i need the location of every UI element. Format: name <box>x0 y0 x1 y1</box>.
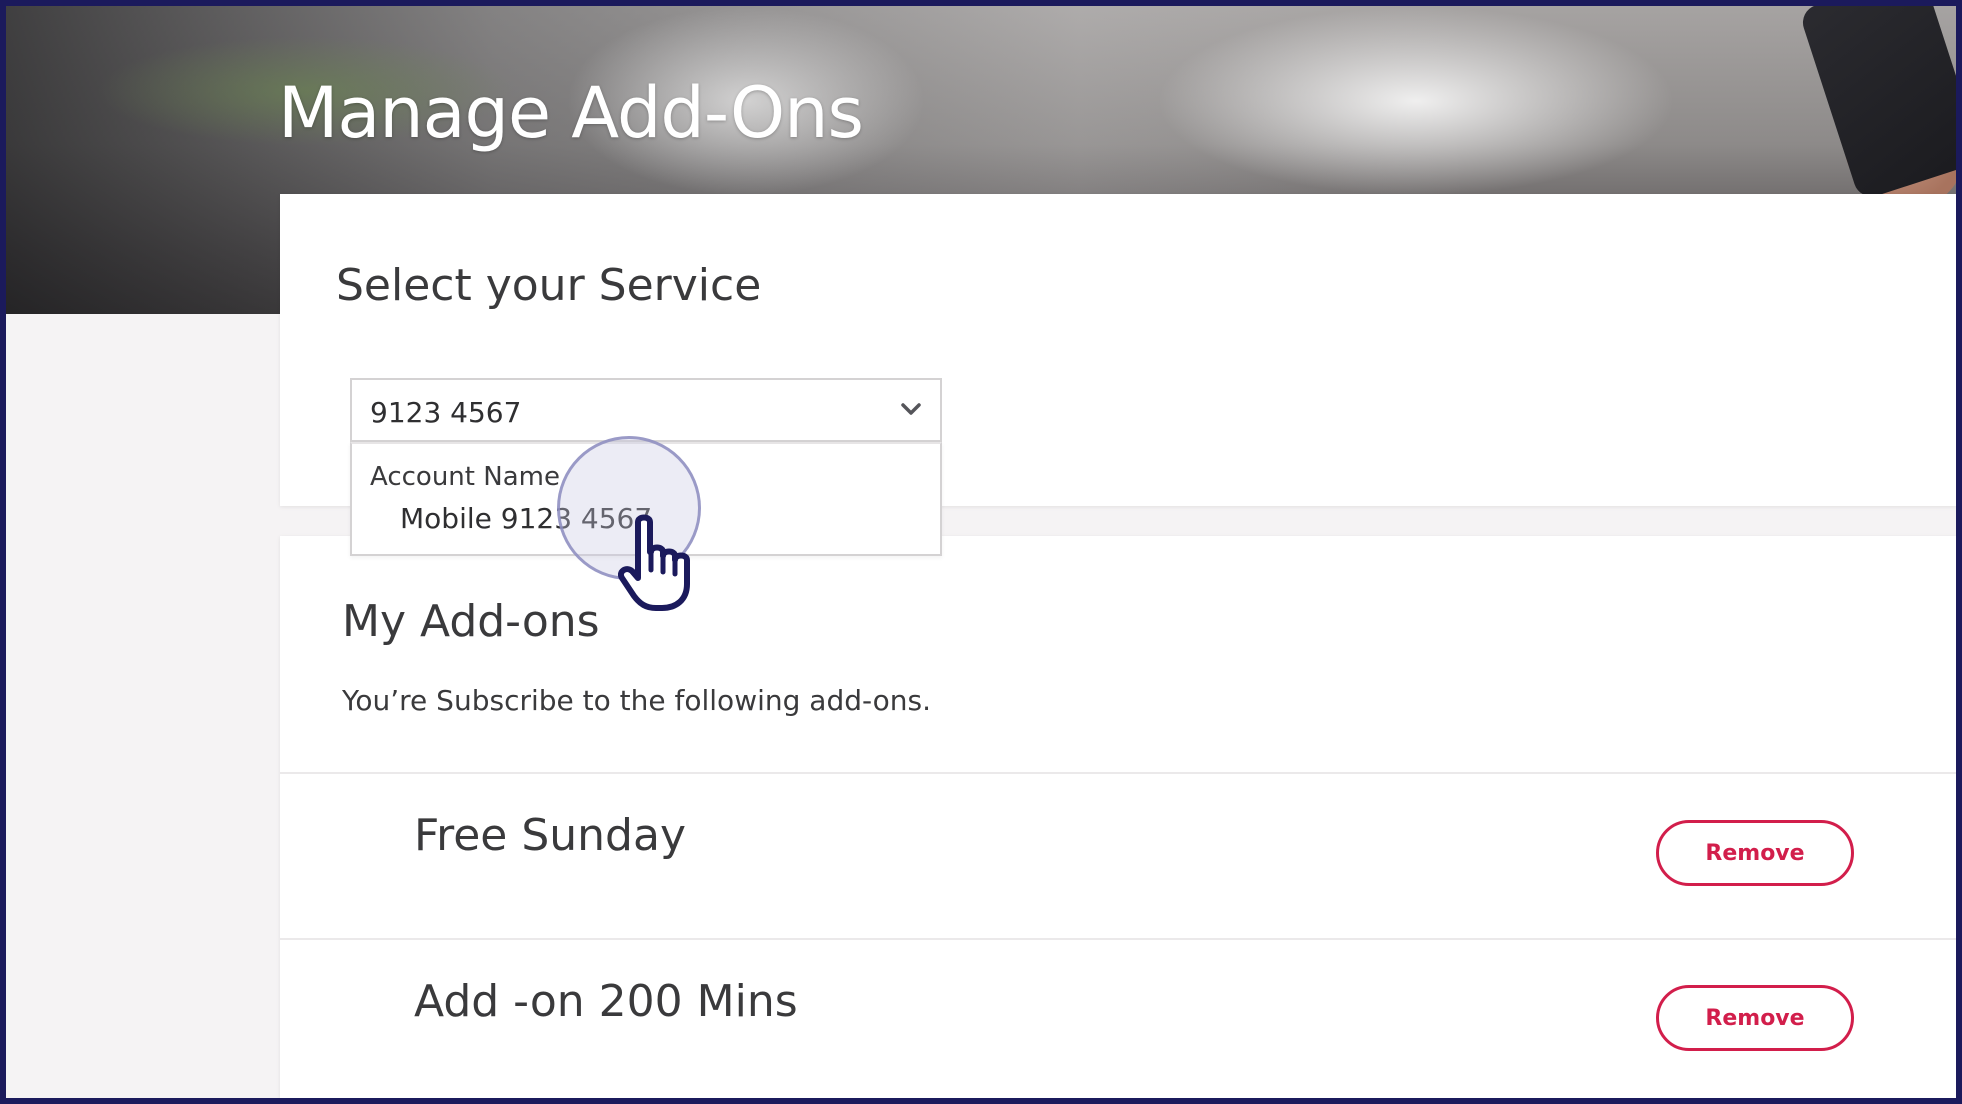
service-select[interactable]: 9123 4567 <box>350 378 942 442</box>
hand-pointer-icon <box>618 514 690 611</box>
remove-button[interactable]: Remove <box>1656 985 1854 1051</box>
addon-name: Free Sunday <box>414 810 686 861</box>
divider <box>280 772 1956 774</box>
addons-card: My Add-ons You’re Subscribe to the follo… <box>280 536 1956 1098</box>
remove-button[interactable]: Remove <box>1656 820 1854 886</box>
addons-subtitle: You’re Subscribe to the following add-on… <box>342 684 931 717</box>
chevron-down-icon <box>901 403 921 415</box>
service-select-value: 9123 4567 <box>370 396 522 429</box>
addons-heading: My Add-ons <box>342 596 600 647</box>
divider <box>280 938 1956 940</box>
page-title: Manage Add-Ons <box>278 72 864 154</box>
dropdown-group-label: Account Name <box>370 462 560 492</box>
app-frame: Manage Add-Ons Select your Service My Ad… <box>6 6 1956 1098</box>
addon-name: Add -on 200 Mins <box>414 976 798 1027</box>
hero-background-blur <box>1156 6 1676 196</box>
service-heading: Select your Service <box>336 260 762 311</box>
hero-phone-image <box>1798 6 1956 202</box>
